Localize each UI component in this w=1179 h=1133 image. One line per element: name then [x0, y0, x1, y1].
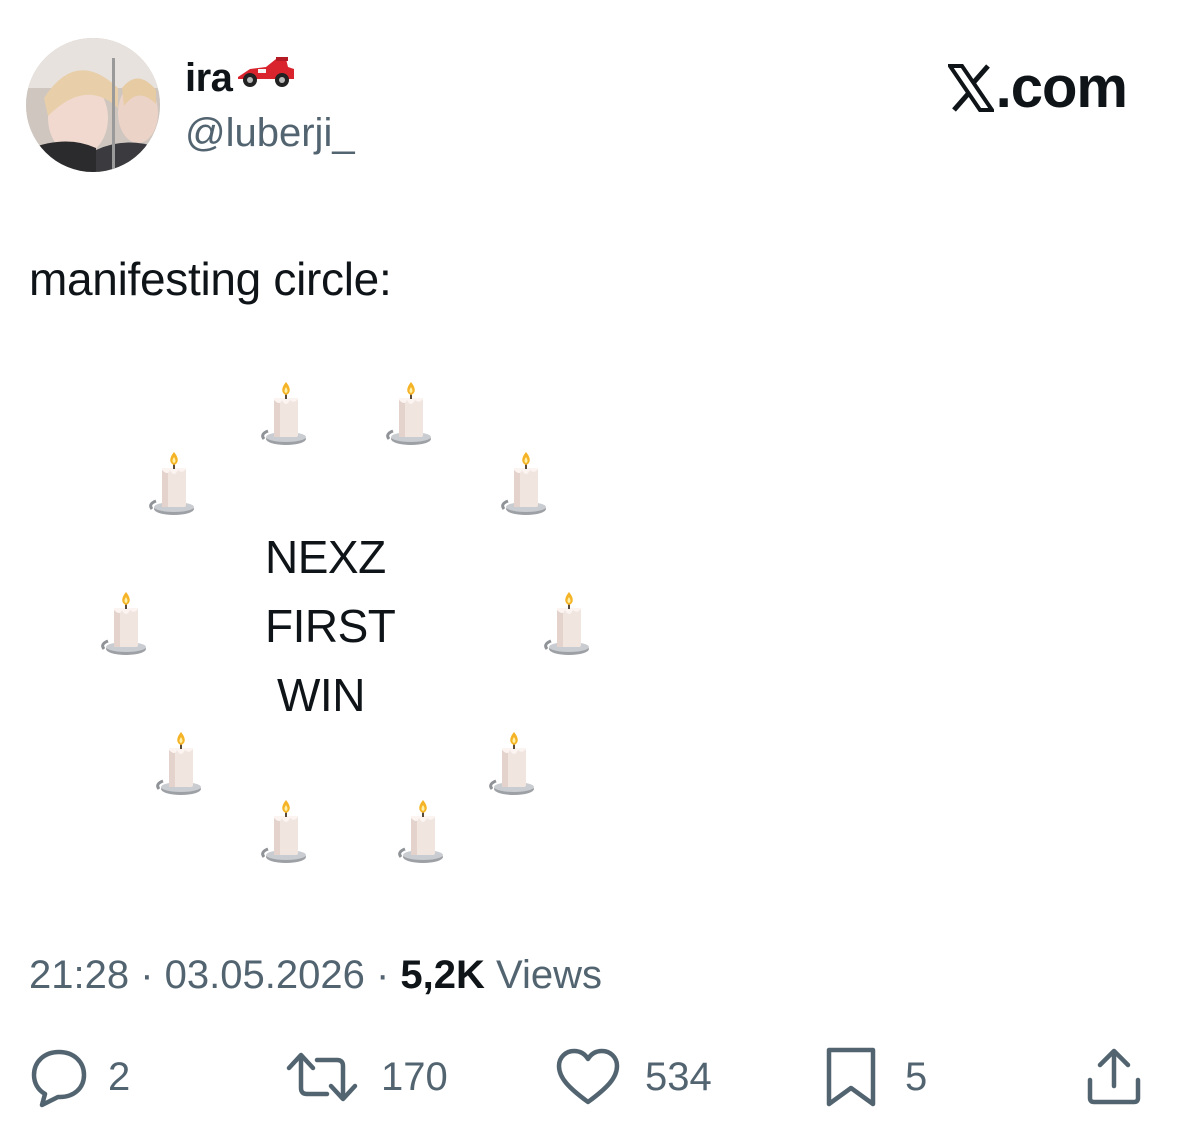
- candle-icon: [155, 732, 205, 798]
- display-name-text: ira: [185, 56, 233, 100]
- x-logo: .com: [947, 55, 1128, 120]
- avatar[interactable]: [26, 38, 160, 172]
- tweet-meta: 21:28 · 03.05.2026 · 5,2K Views: [29, 950, 602, 1000]
- candle-icon: [488, 732, 538, 798]
- tweet-time[interactable]: 21:28: [29, 953, 129, 997]
- candle-icon: [100, 592, 150, 658]
- meta-separator: ·: [129, 953, 165, 997]
- tweet-date[interactable]: 03.05.2026: [165, 953, 365, 997]
- share-button[interactable]: [1084, 1046, 1144, 1108]
- meta-separator: ·: [364, 953, 401, 997]
- author-display-name[interactable]: ira: [185, 54, 296, 100]
- candle-icon: [385, 382, 435, 448]
- tweet-text: manifesting circle:: [29, 253, 392, 305]
- candle-icon: [260, 800, 310, 866]
- bookmark-count: 5: [905, 1055, 928, 1099]
- author-handle[interactable]: @luberji_: [185, 110, 355, 156]
- candle-icon: [148, 452, 198, 518]
- retweet-icon: [286, 1052, 358, 1102]
- center-line-2: FIRST: [265, 600, 396, 652]
- center-line-1: NEXZ: [265, 531, 386, 583]
- heart-icon: [556, 1048, 620, 1105]
- reply-button[interactable]: 2: [28, 1046, 130, 1108]
- candle-icon: [500, 452, 550, 518]
- reply-count: 2: [108, 1055, 131, 1099]
- x-icon: [947, 64, 994, 112]
- retweet-button[interactable]: 170: [285, 1046, 448, 1108]
- center-line-3: WIN: [277, 669, 365, 721]
- bookmark-icon: [826, 1047, 876, 1107]
- candle-icon: [260, 382, 310, 448]
- like-button[interactable]: 534: [555, 1046, 712, 1108]
- candle-icon: [397, 800, 447, 866]
- views-count: 5,2K: [400, 953, 485, 997]
- race-car-icon: [236, 54, 296, 98]
- x-site-text: com: [1010, 55, 1128, 120]
- reply-icon: [31, 1049, 87, 1108]
- share-icon: [1087, 1048, 1141, 1105]
- avatar-photo: [26, 38, 160, 172]
- like-count: 534: [645, 1055, 712, 1099]
- candle-icon: [543, 592, 593, 658]
- views-label: Views: [484, 953, 602, 997]
- bookmark-button[interactable]: 5: [823, 1046, 927, 1108]
- retweet-count: 170: [381, 1055, 448, 1099]
